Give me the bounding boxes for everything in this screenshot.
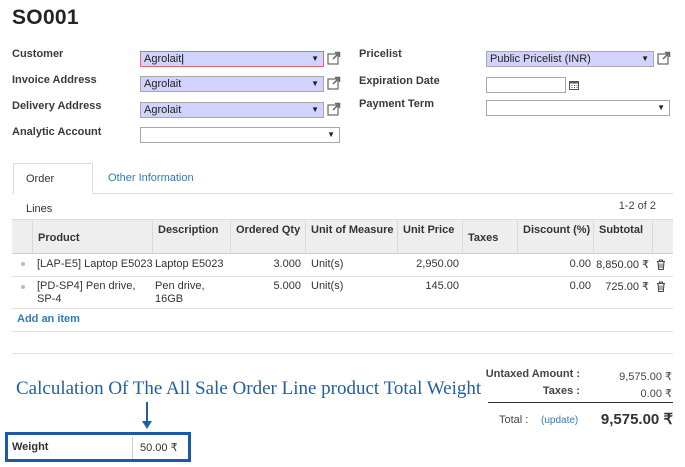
invoice-address-label: Invoice Address <box>12 74 97 86</box>
delivery-address-select[interactable]: Agrolait ▼ <box>140 102 324 118</box>
row-product-line-2: SP-4 <box>37 293 62 305</box>
analytic-account-label: Analytic Account <box>12 126 102 138</box>
trash-icon[interactable] <box>656 259 666 270</box>
chevron-down-icon: ▼ <box>657 103 665 112</box>
annotation-caption: Calculation Of The All Sale Order Line p… <box>16 378 482 399</box>
pricelist-select[interactable]: Public Pricelist (INR) ▼ <box>486 51 654 67</box>
invoice-address-value: Agrolait <box>144 78 182 90</box>
row-unit-price: 2,950.00 <box>416 258 459 270</box>
table-bottom-border <box>12 331 673 332</box>
column-header-unit-of-measure[interactable]: Unit of Measure <box>306 220 398 254</box>
total-value: 9,575.00 ₹ <box>600 411 673 428</box>
total-label: Total : <box>499 414 529 426</box>
row-unit-of-measure: Unit(s) <box>311 258 344 270</box>
row-unit-of-measure: Unit(s) <box>311 280 344 292</box>
column-header-discount[interactable]: Discount (%) <box>518 220 594 254</box>
row-ordered-qty: 3.000 <box>273 258 301 270</box>
delivery-address-label: Delivery Address <box>12 100 102 112</box>
weight-label: Weight <box>12 441 49 453</box>
pager: 1-2 of 2 <box>618 200 656 212</box>
taxes-value: 0.00 ₹ <box>640 388 672 400</box>
column-header-taxes[interactable]: Taxes <box>463 220 518 254</box>
row-product-line-1: [PD-SP4] Pen drive, <box>37 280 136 292</box>
external-link-icon[interactable] <box>327 102 341 116</box>
chevron-down-icon: ▼ <box>641 54 649 63</box>
tab-other-information[interactable]: Other Information <box>96 163 206 194</box>
column-header-product[interactable]: Product <box>33 220 153 254</box>
payment-term-select[interactable]: ▼ <box>486 100 670 116</box>
chevron-down-icon: ▼ <box>311 105 319 114</box>
row-ordered-qty: 5.000 <box>273 280 301 292</box>
text-cursor: | <box>181 53 185 65</box>
external-link-icon[interactable] <box>327 51 341 65</box>
chevron-down-icon: ▼ <box>311 79 319 88</box>
column-header-description[interactable]: Description <box>153 220 231 254</box>
external-link-icon[interactable] <box>657 51 671 65</box>
row-description: Laptop E5023 <box>155 258 224 270</box>
row-subtotal: 8,850.00 ₹ <box>596 259 649 271</box>
column-header-subtotal[interactable]: Subtotal <box>594 220 653 254</box>
arrow-down-icon <box>142 402 152 429</box>
row-description-line-2: 16GB <box>155 293 184 305</box>
update-link[interactable]: (update) <box>541 415 578 426</box>
drag-handle-icon[interactable] <box>21 262 25 266</box>
expiration-date-input[interactable] <box>486 77 566 93</box>
row-discount: 0.00 <box>569 280 591 292</box>
analytic-account-select[interactable]: ▼ <box>140 127 340 143</box>
footer-divider <box>12 353 673 354</box>
drag-handle-icon[interactable] <box>21 285 25 289</box>
expiration-date-label: Expiration Date <box>359 75 440 87</box>
untaxed-amount-value: 9,575.00 ₹ <box>619 371 672 383</box>
trash-icon[interactable] <box>656 281 666 292</box>
column-header-ordered-qty[interactable]: Ordered Qty <box>231 220 306 254</box>
totals-separator <box>488 402 673 403</box>
row-product: [LAP-E5] Laptop E5023 <box>37 258 153 270</box>
invoice-address-select[interactable]: Agrolait ▼ <box>140 76 324 92</box>
header-trash-column <box>653 220 673 254</box>
page-title: SO001 <box>12 6 79 29</box>
add-item-link[interactable]: Add an item <box>17 313 80 325</box>
row-unit-price: 145.00 <box>425 280 459 292</box>
column-header-unit-price[interactable]: Unit Price <box>398 220 463 254</box>
row-description-line-1: Pen drive, <box>155 280 205 292</box>
table-header: Product Description Ordered Qty Unit of … <box>12 220 673 254</box>
customer-label: Customer <box>12 48 64 60</box>
external-link-icon[interactable] <box>327 76 341 90</box>
chevron-down-icon: ▼ <box>327 130 335 139</box>
customer-value: Agrolait <box>144 53 182 65</box>
weight-value: 50.00 ₹ <box>132 437 184 459</box>
tab-order-lines[interactable]: Order Lines <box>13 163 93 215</box>
calendar-icon[interactable] <box>569 80 579 90</box>
pricelist-value: Public Pricelist (INR) <box>490 53 591 65</box>
row-discount: 0.00 <box>569 258 591 270</box>
payment-term-label: Payment Term <box>359 98 434 110</box>
pricelist-label: Pricelist <box>359 48 402 60</box>
delivery-address-value: Agrolait <box>144 104 182 116</box>
chevron-down-icon: ▼ <box>311 54 319 63</box>
header-handle-column <box>12 220 33 254</box>
row-subtotal: 725.00 ₹ <box>605 281 649 293</box>
customer-select[interactable]: Agrolait| ▼ <box>140 51 324 67</box>
